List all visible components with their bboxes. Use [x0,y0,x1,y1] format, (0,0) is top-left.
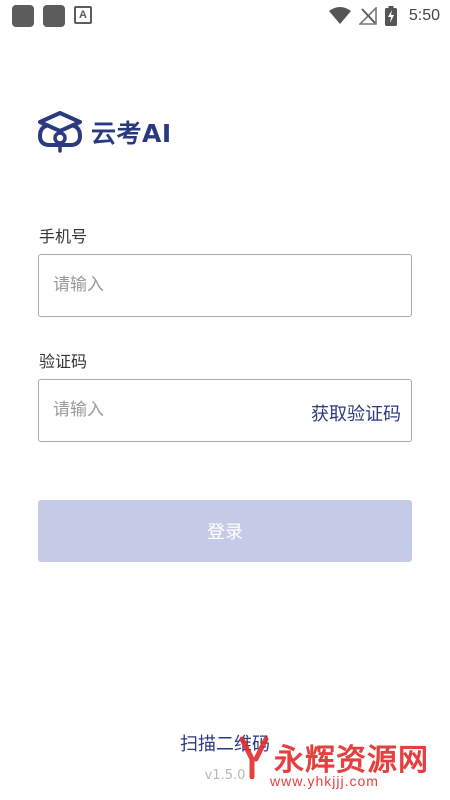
watermark-logo-icon [240,736,269,779]
no-signal-icon [358,7,377,25]
code-label: 验证码 [39,352,88,371]
phone-label: 手机号 [39,227,88,246]
brand-logo: 云考AI [37,110,172,154]
phone-field[interactable] [38,254,412,317]
status-time: 5:50 [408,7,440,24]
graduation-cap-cloud-icon [37,111,83,153]
battery-charging-icon [384,6,397,26]
app-notification-icon [43,5,65,27]
status-bar: A 5:50 [0,0,450,32]
watermark: 永辉资源网 www.yhkjjj.com [240,735,429,789]
login-button[interactable]: 登录 [38,500,412,562]
watermark-url: www.yhkjjj.com [270,773,379,789]
code-input[interactable] [53,380,293,440]
wifi-icon [328,7,351,24]
notification-icon: A [74,6,92,24]
status-icons: 5:50 [328,4,440,28]
code-field[interactable]: 获取验证码 [38,379,412,442]
app-notification-icon [12,5,34,27]
brand-name: 云考AI [91,119,172,148]
phone-input[interactable] [53,255,293,315]
get-code-button[interactable]: 获取验证码 [311,400,401,426]
